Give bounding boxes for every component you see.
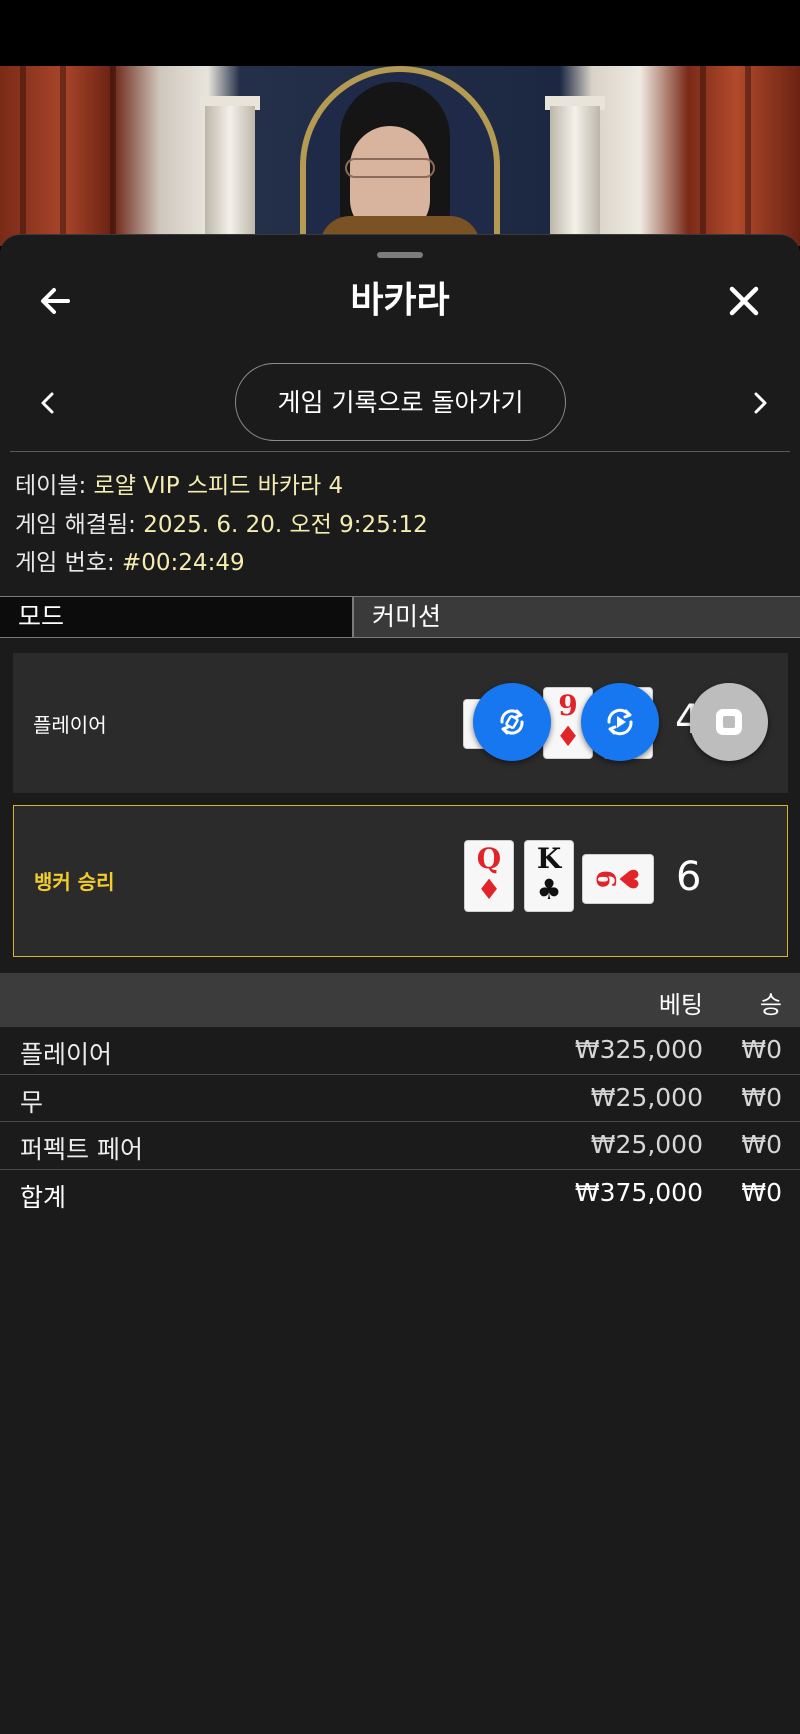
pillar xyxy=(205,106,255,246)
bet-total-row: 합계 ₩375,000 ₩0 xyxy=(0,1170,800,1218)
banker-hand-label: 뱅커 승리 xyxy=(34,870,115,894)
status-bar xyxy=(0,0,800,66)
total-win: ₩0 xyxy=(741,1177,782,1207)
rotate-icon xyxy=(500,709,524,735)
live-video-background xyxy=(0,66,800,246)
resolved-label: 게임 해결됨: xyxy=(15,511,136,538)
page-title: 바카라 xyxy=(350,280,450,321)
resolved-value: 2025. 6. 20. 오전 9:25:12 xyxy=(143,511,428,538)
total-label: 합계 xyxy=(20,1182,67,1212)
bet-row: 퍼펙트 페어 ₩25,000 ₩0 xyxy=(0,1122,800,1170)
banker-card-1: Q ♦ xyxy=(464,840,514,912)
bets-table: 베팅 승 플레이어 ₩325,000 ₩0 무 ₩25,000 ₩0 퍼펙트 페… xyxy=(0,973,800,1217)
mode-row: 모드 커미션 xyxy=(0,596,800,638)
bet-amount: ₩25,000 xyxy=(590,1130,703,1159)
bet-amount: ₩25,000 xyxy=(590,1082,703,1112)
banker-hand: 뱅커 승리 Q ♦ K ♣ 6♥ 6 xyxy=(13,805,788,957)
game-number-value: #00:24:49 xyxy=(122,550,245,576)
drag-handle[interactable] xyxy=(377,252,423,258)
bet-win: ₩0 xyxy=(741,1130,782,1159)
game-info: 테이블: 로얄 VIP 스피드 바카라 4 게임 해결됨: 2025. 6. 2… xyxy=(15,467,795,583)
dealer-glasses xyxy=(345,158,435,178)
mode-label: 모드 xyxy=(0,597,354,637)
bet-column-header: 베팅 xyxy=(658,991,703,1019)
game-number-label: 게임 번호: xyxy=(15,550,115,576)
rotate-button[interactable] xyxy=(473,683,551,761)
curtain-fold xyxy=(20,66,26,246)
close-x-icon[interactable] xyxy=(724,281,764,321)
player-hand-label: 플레이어 xyxy=(33,713,107,737)
table-value: 로얄 VIP 스피드 바카라 4 xyxy=(93,473,344,499)
banker-card-2: K ♣ xyxy=(524,840,574,912)
bet-win: ₩0 xyxy=(741,1035,782,1064)
curtain-fold xyxy=(110,66,116,246)
bet-name: 무 xyxy=(20,1087,44,1117)
game-navigation: 게임 기록으로 돌아가기 xyxy=(0,363,800,443)
stop-icon xyxy=(716,709,742,735)
chevron-left-icon[interactable] xyxy=(28,383,68,423)
total-amount: ₩375,000 xyxy=(574,1177,703,1207)
divider xyxy=(10,451,790,452)
resolved-info: 게임 해결됨: 2025. 6. 20. 오전 9:25:12 xyxy=(15,506,795,545)
mode-value: 커미션 xyxy=(354,597,800,637)
replay-icon xyxy=(607,708,633,736)
banker-card-3: 6♥ xyxy=(582,854,654,904)
player-hand: 플레이어 9 ♦ 4 xyxy=(13,653,788,793)
stop-button[interactable] xyxy=(690,683,768,761)
bet-win: ₩0 xyxy=(741,1082,782,1112)
banker-score: 6 xyxy=(676,854,702,900)
curtain-fold xyxy=(745,66,751,246)
pillar xyxy=(550,106,600,246)
game-detail-sheet: 바카라 게임 기록으로 돌아가기 테이블: 로얄 VIP 스피드 바카라 4 게… xyxy=(0,234,800,1734)
table-info: 테이블: 로얄 VIP 스피드 바카라 4 xyxy=(15,467,795,506)
game-number-info: 게임 번호: #00:24:49 xyxy=(15,544,795,583)
bet-row: 무 ₩25,000 ₩0 xyxy=(0,1075,800,1122)
bet-name: 플레이어 xyxy=(20,1040,113,1069)
win-column-header: 승 xyxy=(759,991,782,1019)
curtain-fold xyxy=(700,66,706,246)
bet-amount: ₩325,000 xyxy=(574,1035,703,1064)
back-to-history-button[interactable]: 게임 기록으로 돌아가기 xyxy=(235,363,566,441)
replay-button[interactable] xyxy=(581,683,659,761)
bet-name: 퍼펙트 페어 xyxy=(20,1135,143,1164)
sheet-header: 바카라 xyxy=(0,265,800,335)
bet-row: 플레이어 ₩325,000 ₩0 xyxy=(0,1027,800,1075)
bets-header: 베팅 승 xyxy=(0,973,800,1027)
curtain-fold xyxy=(60,66,66,246)
table-label: 테이블: xyxy=(15,473,87,499)
chevron-right-icon[interactable] xyxy=(740,383,780,423)
